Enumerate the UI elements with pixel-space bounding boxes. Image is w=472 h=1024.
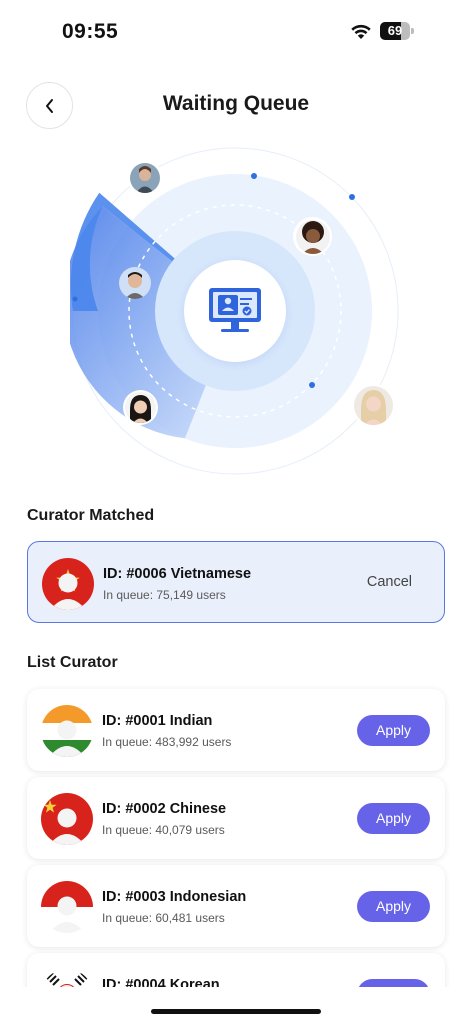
avatar — [127, 160, 162, 195]
home-indicator — [151, 1009, 321, 1014]
curator-id: ID: #0002 Chinese — [102, 801, 227, 817]
avatar — [118, 266, 152, 300]
avatar — [352, 384, 395, 427]
battery-percent: 69 — [387, 23, 403, 38]
avatar — [293, 217, 332, 256]
list-section-title: List Curator — [27, 654, 118, 671]
center-icon-badge — [184, 260, 286, 362]
list-item: ID: #0001 Indian In queue: 483,992 users… — [27, 689, 445, 771]
korea-flag-avatar-icon — [41, 969, 93, 987]
indonesia-flag-avatar-icon — [41, 881, 93, 933]
wifi-icon — [351, 24, 371, 39]
matched-curator-card: ID: #0006 Vietnamese In queue: 75,149 us… — [27, 541, 445, 623]
list-scroll-clip: ID: #0004 Korean Apply — [20, 948, 452, 987]
page-title: Waiting Queue — [162, 92, 310, 115]
curator-id: ID: #0001 Indian — [102, 713, 213, 729]
computer-user-icon — [209, 288, 261, 332]
radar-dot — [309, 382, 315, 388]
matched-curator-id: ID: #0006 Vietnamese — [103, 566, 252, 582]
avatar — [123, 390, 158, 425]
apply-button[interactable]: Apply — [357, 891, 430, 922]
curator-id: ID: #0004 Korean — [102, 977, 220, 987]
india-flag-avatar-icon — [41, 705, 93, 757]
matching-radar — [70, 146, 400, 476]
list-item: ID: #0002 Chinese In queue: 40,079 users… — [27, 777, 445, 859]
china-flag-avatar-icon — [41, 793, 93, 845]
radar-dot — [251, 173, 257, 179]
list-item: ID: #0003 Indonesian In queue: 60,481 us… — [27, 865, 445, 947]
battery-indicator: 69 — [380, 22, 414, 40]
matched-queue-count: In queue: 75,149 users — [103, 588, 226, 602]
vietnam-flag-avatar-icon — [42, 558, 94, 610]
queue-count: In queue: 483,992 users — [102, 735, 232, 749]
status-time: 09:55 — [62, 20, 119, 43]
queue-count: In queue: 40,079 users — [102, 823, 225, 837]
apply-button[interactable]: Apply — [357, 803, 430, 834]
status-bar: 09:55 69 — [0, 0, 472, 64]
matched-section-title: Curator Matched — [27, 507, 155, 524]
queue-count: In queue: 60,481 users — [102, 911, 225, 925]
apply-button[interactable]: Apply — [357, 979, 430, 987]
radar-dot — [349, 194, 355, 200]
apply-button[interactable]: Apply — [357, 715, 430, 746]
list-item: ID: #0004 Korean Apply — [27, 953, 445, 987]
radar-dot — [72, 296, 78, 302]
cancel-button[interactable]: Cancel — [367, 574, 412, 590]
curator-id: ID: #0003 Indonesian — [102, 889, 247, 905]
